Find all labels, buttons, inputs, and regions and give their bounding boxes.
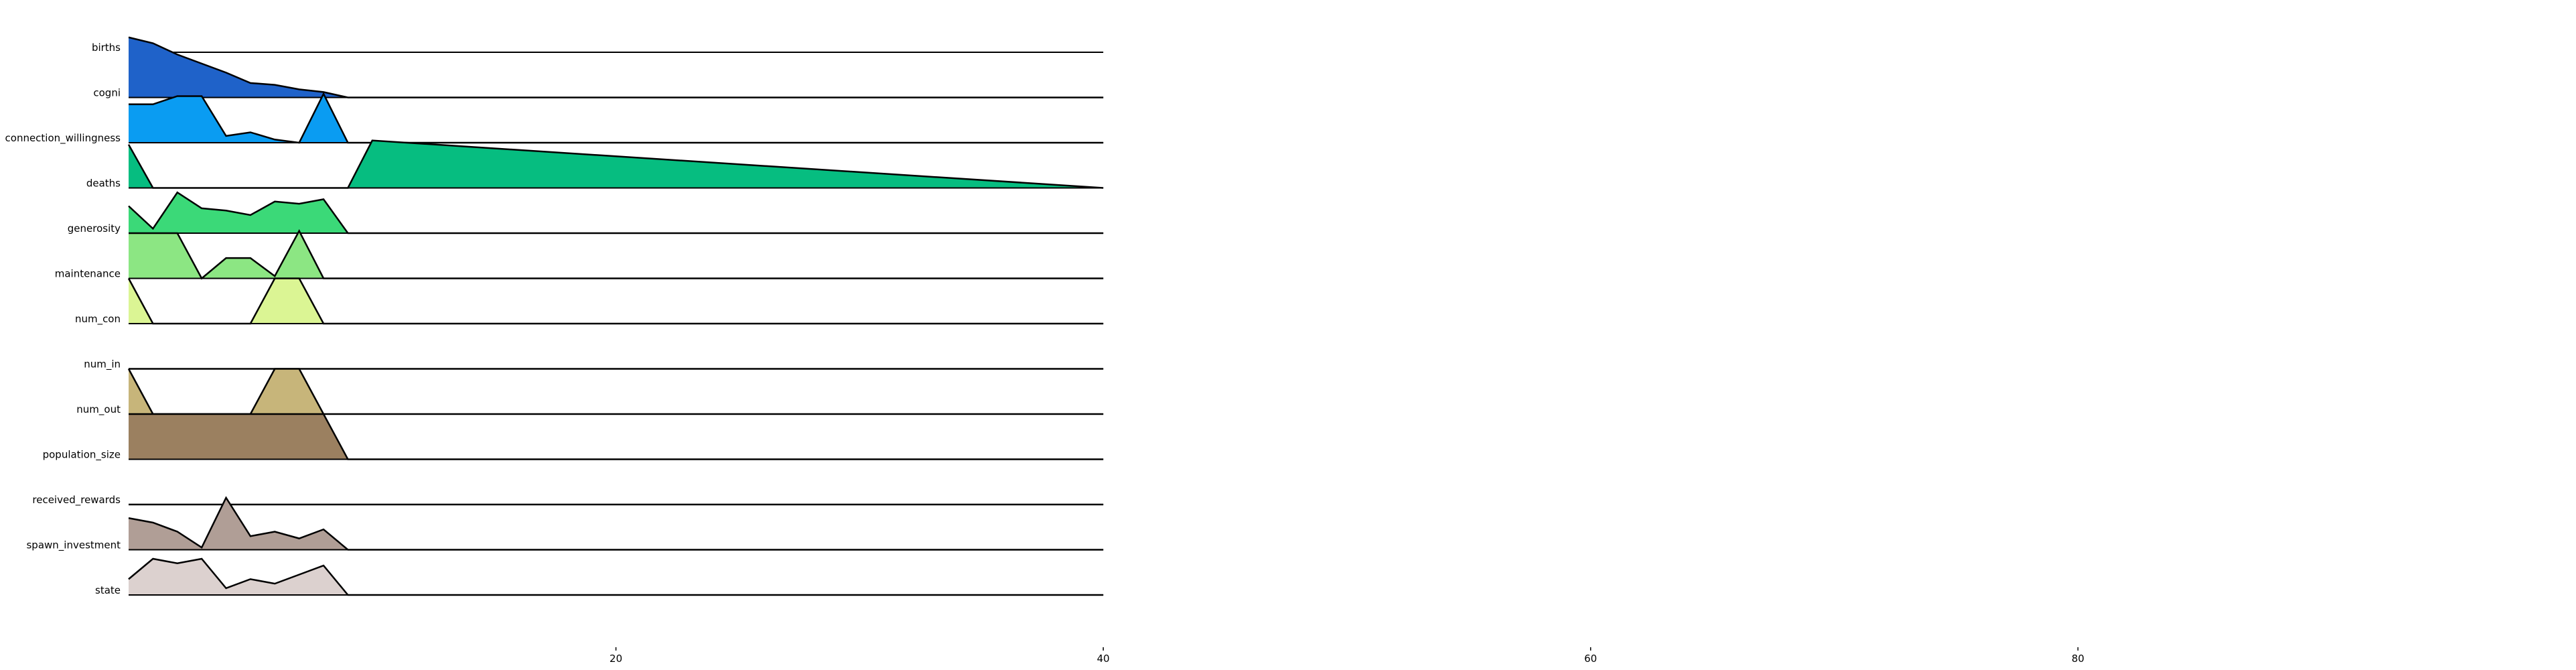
ridge-area-generosity xyxy=(129,230,1104,279)
ridges-group xyxy=(127,36,1104,596)
row-label-births: births xyxy=(92,42,121,54)
ridge-area-cogni xyxy=(129,94,1104,143)
row-label-deaths: deaths xyxy=(86,178,121,190)
x-tick-label-60: 60 xyxy=(1584,653,1597,665)
row-label-maintenance: maintenance xyxy=(55,268,121,280)
row-label-state: state xyxy=(95,584,121,596)
row-label-num-in: num_in xyxy=(84,358,121,371)
ridge-area-connection-willingness xyxy=(129,140,1104,188)
row-label-num-con: num_con xyxy=(75,313,121,326)
row-label-spawn-investment: spawn_investment xyxy=(26,539,121,552)
ridge-area-num-out xyxy=(129,414,1104,460)
x-tick-label-20: 20 xyxy=(610,653,622,665)
ridgeline-chart: births cogni connection_willingnessdeaths g… xyxy=(5,36,2084,665)
row-label-connection-willingness: connection_willingness xyxy=(5,132,121,145)
row-labels-group: births cogni connection_willingnessdeaths g… xyxy=(5,42,121,596)
ridge-area-births xyxy=(129,37,1104,98)
row-label-received-rewards: received_rewards xyxy=(32,494,121,507)
row-label-generosity: generosity xyxy=(68,222,121,234)
ridge-area-maintenance xyxy=(129,278,1104,324)
ridge-area-received-rewards xyxy=(129,497,1104,550)
ridge-area-num-in xyxy=(129,368,1104,414)
x-tick-label-40: 40 xyxy=(1097,653,1110,665)
row-label-population-size: population_size xyxy=(43,449,121,462)
ridge-area-spawn-investment xyxy=(129,559,1104,595)
x-axis: 20 40 60 80 xyxy=(610,647,2084,665)
row-label-cogni: cogni xyxy=(93,87,121,99)
x-tick-label-80: 80 xyxy=(2072,653,2084,665)
ridge-line-cogni xyxy=(129,92,1104,144)
ridge-line-generosity xyxy=(129,228,1104,280)
row-label-num-out: num_out xyxy=(76,403,121,416)
ridge-area-deaths xyxy=(129,192,1104,233)
